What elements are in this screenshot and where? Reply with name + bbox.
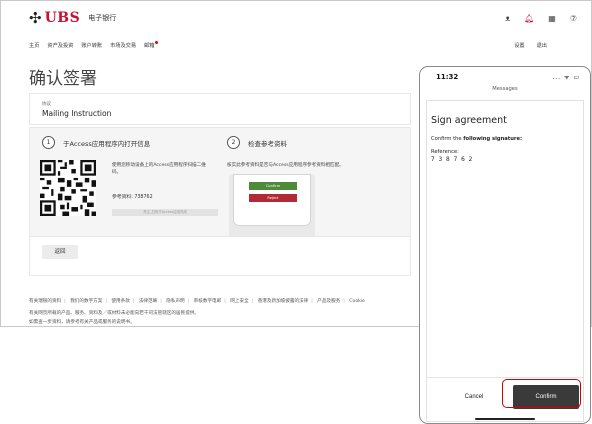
- nav-item-mailbox-label: 邮箱: [144, 43, 155, 49]
- footer: 有关瑞银的资料 | 我们的数字方案 | 使用条款 | 法律范畴 | 隐私声明 | 审核数字…: [29, 297, 413, 326]
- footer-link[interactable]: 我们的数字方案: [70, 299, 102, 304]
- reference-label: Reference:: [431, 149, 459, 155]
- step-2-number: 2: [227, 136, 240, 149]
- footer-notice-2: 如需查一步资料，请参考有关产品或服务的说明书。: [29, 320, 135, 325]
- instruction-card: 协议 Mailing Instruction: [29, 93, 411, 125]
- main-content: 协议 Mailing Instruction 1 于Access应用程序内打开信…: [29, 93, 411, 276]
- footer-link[interactable]: 法律范畴: [139, 299, 157, 304]
- instruction-small-label: 协议: [42, 102, 51, 107]
- instruction-value: Mailing Instruction: [42, 109, 112, 118]
- messages-header: Messages: [492, 86, 518, 92]
- nav-right: 设置 退出: [514, 42, 547, 49]
- grid-icon[interactable]: ▦: [548, 14, 556, 23]
- page-title: 确认签署: [29, 69, 97, 89]
- logout-link[interactable]: 退出: [537, 42, 547, 49]
- phone-illustration-screen: Confirm Reject: [233, 174, 311, 226]
- nav-item-transfer[interactable]: 账户转账: [81, 42, 102, 49]
- step-1-number: 1: [42, 136, 55, 149]
- bell-icon[interactable]: 🔔︎: [524, 14, 534, 23]
- confirm-bold: following signature:: [463, 136, 523, 142]
- sheet-title: Sign agreement: [431, 115, 507, 126]
- footer-separator: |: [311, 299, 313, 304]
- back-card: 返回: [29, 236, 411, 276]
- ubs-logo[interactable]: ✣ UBS 电子银行: [29, 10, 116, 26]
- footer-separator: |: [343, 299, 345, 304]
- footer-link[interactable]: Cookie: [349, 299, 365, 304]
- footer-link[interactable]: 网上安全: [230, 299, 248, 304]
- confirm-prefix: Confirm the: [431, 136, 464, 142]
- nav-item-markets[interactable]: 市场及交易: [110, 42, 136, 49]
- header-icons: ᴥ 🔔︎ ▦ ⑦: [505, 14, 577, 23]
- phone-mockup: 11:32 ... ᯤ ▭ Messages Sign agreement Co…: [419, 66, 591, 424]
- ebanking-label: 电子银行: [88, 14, 117, 22]
- phone-time: 11:32: [436, 73, 459, 81]
- footer-link[interactable]: 产品及服务: [317, 299, 340, 304]
- qr-status-bar: 关注_扫码于Access应用完成: [112, 209, 218, 216]
- notification-dot: [155, 41, 159, 44]
- footer-links: 有关瑞银的资料 | 我们的数字方案 | 使用条款 | 法律范畴 | 隐私声明 | 审核数字…: [29, 297, 413, 306]
- footer-link[interactable]: 有关瑞银的资料: [29, 299, 61, 304]
- footer-link[interactable]: 使用条款: [111, 299, 129, 304]
- settings-link[interactable]: 设置: [514, 42, 524, 49]
- footer-separator: |: [160, 299, 162, 304]
- nav-item-mailbox[interactable]: 邮箱: [144, 41, 159, 49]
- help-icon[interactable]: ⑦: [570, 14, 577, 23]
- nav-item-assets[interactable]: 资产及投资: [47, 42, 73, 49]
- home-indicator: [475, 418, 535, 420]
- footer-link[interactable]: 审核数字电邮: [194, 299, 222, 304]
- sheet-divider: [427, 377, 583, 378]
- step-1: 1 于Access应用程序内打开信息: [42, 136, 150, 149]
- footer-link[interactable]: 香港及新加坡披露的法律: [258, 299, 309, 304]
- qr-instruction: 使用您移动设备上的Access应用程序扫描二维码。: [112, 163, 206, 175]
- footer-separator: |: [187, 299, 190, 304]
- footer-separator: |: [224, 299, 226, 304]
- footer-link[interactable]: 隐私声明: [166, 299, 184, 304]
- qr-code: [40, 160, 96, 216]
- reference-value: 7 3 8 7 6 2: [431, 157, 474, 163]
- phone-status-icons: ... ᯤ ▭: [552, 74, 580, 81]
- ubs-keys-icon: ✣: [29, 9, 42, 27]
- check-instruction: 核实此参考资料是否与Access应用程序参考资料相匹配。: [227, 163, 344, 168]
- illustration-confirm-button: Confirm: [249, 182, 297, 190]
- qr-reference: 参考资料: 738762: [112, 195, 153, 200]
- back-button[interactable]: 返回: [42, 245, 78, 259]
- footer-notice-1: 有关网页所载的产品、服务、资料及／或材料未必能向若干司法管辖区的居民提供。: [29, 311, 199, 316]
- step-2-label: 检查参考资料: [248, 139, 287, 148]
- footer-separator: |: [132, 299, 135, 304]
- confirm-highlight: [502, 379, 581, 408]
- main-nav: 主页 资产及投资 账户转账 市场及交易 邮箱: [29, 41, 159, 49]
- footer-separator: |: [251, 299, 254, 304]
- footer-separator: |: [105, 299, 107, 304]
- confirm-instruction: Confirm the following signature:: [431, 136, 522, 142]
- cancel-button[interactable]: Cancel: [443, 385, 505, 409]
- illustration-reject-button: Reject: [249, 194, 297, 202]
- step-1-label: 于Access应用程序内打开信息: [63, 139, 151, 148]
- header: ✣ UBS 电子银行 ᴥ 🔔︎ ▦ ⑦: [1, 1, 591, 41]
- step-2: 2 检查参考资料: [227, 136, 287, 149]
- footer-separator: |: [64, 299, 66, 304]
- nav-item-home[interactable]: 主页: [29, 42, 39, 49]
- sign-agreement-sheet: Sign agreement Confirm the following sig…: [426, 100, 584, 422]
- user-icon[interactable]: ᴥ: [505, 14, 510, 23]
- brand-name: UBS: [44, 10, 81, 26]
